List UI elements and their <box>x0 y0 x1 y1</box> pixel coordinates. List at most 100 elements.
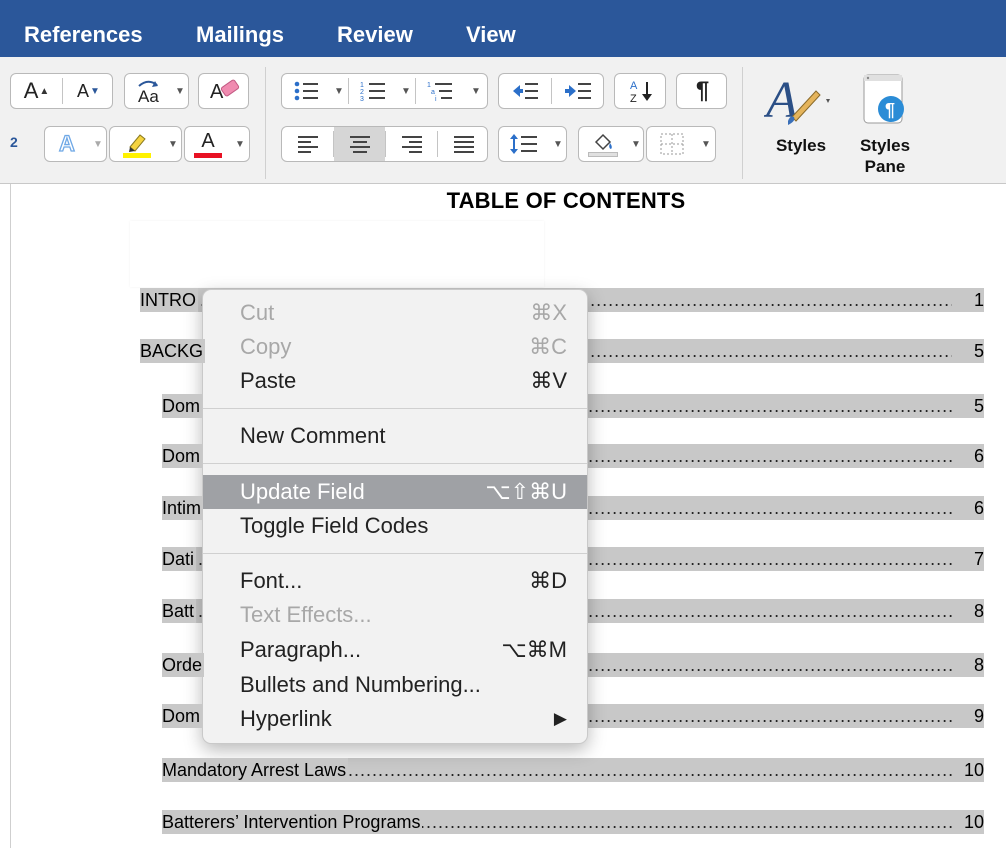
list-group: ▼ 1 2 3 ▼ 1 a i ▼ <box>281 73 488 109</box>
menu-item-label: Update Field <box>240 479 365 504</box>
toc-entry-page: 8 <box>954 599 984 623</box>
align-center-icon[interactable] <box>334 127 385 161</box>
tab-mailings[interactable]: Mailings <box>196 20 284 50</box>
svg-text:3: 3 <box>360 96 364 102</box>
toc-entry-label: Dati <box>162 547 197 571</box>
menu-item-label: Cut <box>240 300 275 325</box>
chevron-down-icon[interactable]: ▼ <box>171 74 188 108</box>
toc-entry[interactable]: ........................................… <box>162 758 984 782</box>
bullets-icon[interactable] <box>282 74 330 108</box>
clear-formatting-button[interactable]: A <box>198 73 249 109</box>
justify-icon[interactable] <box>438 127 487 161</box>
menu-item-paste[interactable]: Paste ⌘V <box>203 364 587 398</box>
tab-references[interactable]: References <box>24 20 143 50</box>
menu-item-shortcut: ⌥⇧⌘U <box>485 479 567 504</box>
grow-font-icon[interactable]: A ▲ <box>11 74 62 108</box>
line-spacing-button[interactable]: ▼ <box>498 126 567 162</box>
toc-title: TABLE OF CONTENTS <box>446 188 686 213</box>
borders-icon <box>647 127 697 161</box>
font-color-icon: A <box>185 127 231 161</box>
chevron-down-icon[interactable]: ▼ <box>397 74 415 108</box>
menu-item-paragraph[interactable]: Paragraph... ⌥⌘M <box>203 633 587 667</box>
shading-icon <box>579 127 627 161</box>
chevron-down-icon[interactable]: ▼ <box>164 127 181 161</box>
tab-review[interactable]: Review <box>337 20 413 50</box>
toc-entry-label: Intim <box>162 496 204 520</box>
menu-item-toggle-field-codes[interactable]: Toggle Field Codes <box>203 509 587 543</box>
change-case-icon: Aa <box>125 74 171 108</box>
chevron-down-icon[interactable]: ▼ <box>464 74 487 108</box>
menu-item-label: Font... <box>240 568 303 593</box>
menu-item-bullets-and-numbering[interactable]: Bullets and Numbering... <box>203 668 587 702</box>
align-left-icon[interactable] <box>282 127 333 161</box>
text-effects-icon: A <box>58 130 75 156</box>
toc-entry-page: 9 <box>954 704 984 728</box>
toc-entry-page: 5 <box>954 394 984 418</box>
highlighter-icon <box>110 127 164 161</box>
menu-item-copy[interactable]: Copy ⌘C <box>203 330 587 364</box>
toc-entry[interactable]: ........................................… <box>162 810 984 834</box>
chevron-down-icon[interactable]: ▼ <box>231 127 249 161</box>
menu-item-text-effects[interactable]: Text Effects... <box>203 598 587 632</box>
chevron-down-icon[interactable]: ▼ <box>549 127 566 161</box>
group-separator <box>742 67 743 179</box>
context-menu: Cut ⌘X Copy ⌘C Paste ⌘V New Comment Upda… <box>202 289 588 744</box>
styles-brush-icon: A <box>763 69 838 129</box>
svg-text:2: 2 <box>360 89 364 96</box>
menu-item-label: New Comment <box>240 423 386 448</box>
svg-text:¶: ¶ <box>885 100 895 120</box>
toc-entry-page: 1 <box>954 288 984 312</box>
toc-entry-label: Dom <box>162 444 203 468</box>
font-size-group: A ▲ A ▼ <box>10 73 113 109</box>
shrink-font-icon[interactable]: A ▼ <box>63 74 112 108</box>
sort-icon: A Z <box>615 74 665 108</box>
menu-item-label: Paste <box>240 368 297 393</box>
menu-item-new-comment[interactable]: New Comment <box>203 419 587 453</box>
font-color-button[interactable]: A ▼ <box>184 126 250 162</box>
toc-entry-label: Batt <box>162 599 197 623</box>
chevron-down-icon[interactable]: ▼ <box>89 127 106 161</box>
menu-item-hyperlink[interactable]: Hyperlink ▶ <box>203 702 587 736</box>
toc-entry-label: BACKG <box>140 339 206 363</box>
chevron-down-icon[interactable]: ▼ <box>697 127 715 161</box>
menu-item-update-field[interactable]: Update Field ⌥⇧⌘U <box>203 475 587 509</box>
toc-entry-page: 10 <box>954 810 984 834</box>
styles-pane-button[interactable]: ¶ Styles Pane <box>850 69 920 185</box>
borders-button[interactable]: ▼ <box>646 126 716 162</box>
highlight-button[interactable]: ▼ <box>109 126 182 162</box>
numbering-icon[interactable]: 1 2 3 <box>349 74 397 108</box>
sort-button[interactable]: A Z <box>614 73 666 109</box>
shading-button[interactable]: ▼ <box>578 126 644 162</box>
menu-item-label: Bullets and Numbering... <box>240 672 481 697</box>
toc-entry-label: Dom <box>162 704 203 728</box>
menu-item-cut[interactable]: Cut ⌘X <box>203 296 587 330</box>
chevron-down-icon[interactable]: ▼ <box>330 74 348 108</box>
toc-entry-label: INTRO <box>140 288 198 312</box>
styles-button[interactable]: A Styles <box>760 69 842 179</box>
multilevel-list-icon[interactable]: 1 a i <box>416 74 464 108</box>
menu-item-font[interactable]: Font... ⌘D <box>203 564 587 598</box>
toc-entry-label: Batterers’ Intervention Programs <box>162 810 423 834</box>
change-case-button[interactable]: Aa ▼ <box>124 73 189 109</box>
menu-item-label: Toggle Field Codes <box>240 513 429 538</box>
line-spacing-icon <box>499 127 549 161</box>
increase-indent-icon[interactable] <box>552 74 603 108</box>
submenu-arrow-icon: ▶ <box>553 709 567 728</box>
decrease-indent-icon[interactable] <box>499 74 551 108</box>
menu-item-label: Text Effects... <box>240 602 372 627</box>
show-formatting-button[interactable]: ¶ <box>676 73 727 109</box>
menu-separator <box>203 463 587 464</box>
pilcrow-icon: ¶ <box>695 77 710 104</box>
chevron-down-icon[interactable]: ▼ <box>627 127 643 161</box>
tab-view[interactable]: View <box>466 20 516 50</box>
toc-entry-page: 6 <box>954 496 984 520</box>
svg-text:1: 1 <box>427 82 431 89</box>
svg-text:Aa: Aa <box>138 87 159 104</box>
page-margin-line <box>10 184 11 848</box>
toc-entry-label: Mandatory Arrest Laws <box>162 758 349 782</box>
menu-item-shortcut: ⌥⌘M <box>501 637 567 662</box>
text-effects-button[interactable]: A ▼ <box>44 126 107 162</box>
align-right-icon[interactable] <box>386 127 437 161</box>
menu-item-shortcut: ⌘V <box>530 368 567 393</box>
svg-text:i: i <box>435 96 437 102</box>
